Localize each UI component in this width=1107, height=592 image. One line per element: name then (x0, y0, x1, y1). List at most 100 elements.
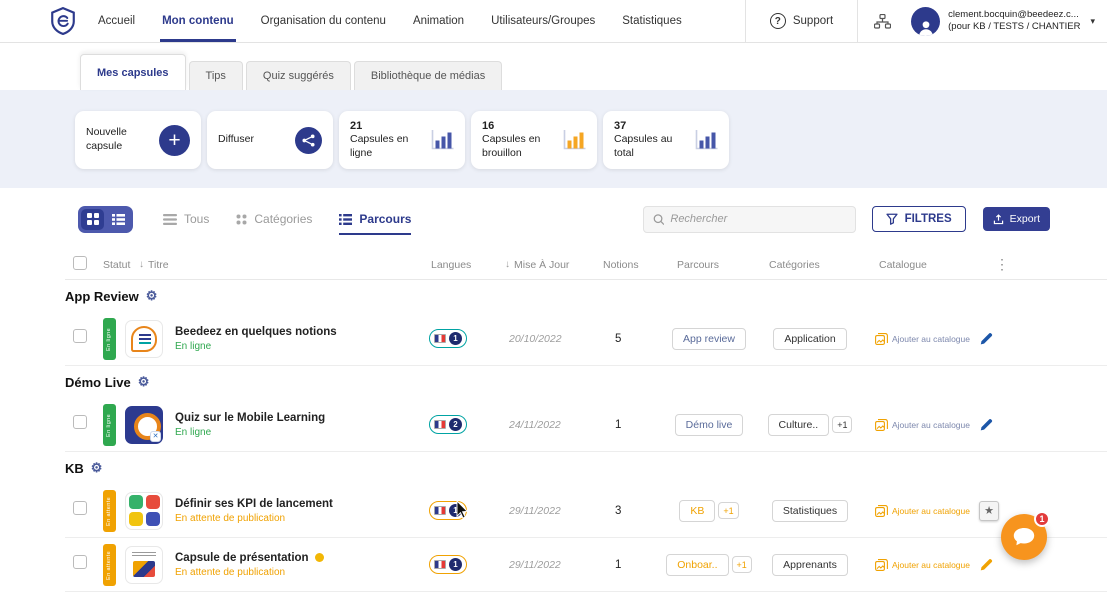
group-header-demo-live: Démo Live ⚙ (65, 366, 1107, 398)
gear-icon[interactable]: ⚙ (91, 460, 103, 476)
export-button[interactable]: Export (983, 207, 1050, 231)
language-badge[interactable]: 2 (429, 415, 467, 434)
table-row[interactable]: En attente Définir ses KPI de lancement … (65, 484, 1107, 538)
close-icon: ✕ (150, 431, 161, 442)
capsule-status-text: En attente de publication (175, 513, 333, 524)
header-notions[interactable]: Notions (601, 259, 663, 271)
kebab-menu-icon[interactable]: ⋮ (977, 256, 1009, 273)
nav-item-mon-contenu[interactable]: Mon contenu (162, 0, 234, 42)
filter-tab-parcours[interactable]: Parcours (339, 212, 411, 226)
quiz-capsule-icon: ✕ (125, 406, 163, 444)
category-pill[interactable]: Apprenants (772, 554, 848, 576)
row-checkbox[interactable] (73, 555, 87, 569)
search-input[interactable] (670, 213, 845, 225)
header-categories[interactable]: Catégories (755, 259, 865, 271)
tab-tips[interactable]: Tips (189, 61, 243, 90)
gear-icon[interactable]: ⚙ (146, 288, 158, 304)
beedeez-logo-icon[interactable] (50, 0, 76, 42)
parcours-pill[interactable]: KB (679, 500, 715, 522)
export-button-label: Export (1010, 213, 1040, 225)
parcours-more-pill[interactable]: +1 (718, 502, 738, 519)
row-checkbox[interactable] (73, 501, 87, 515)
add-to-catalogue-button[interactable]: Ajouter au catalogue (865, 333, 977, 345)
bar-chart-icon (430, 130, 454, 151)
new-capsule-card[interactable]: Nouvelle capsule + (75, 111, 201, 169)
rows-icon (163, 214, 177, 225)
parcours-more-pill[interactable]: +1 (732, 556, 752, 573)
filters-button-label: FILTRES (905, 213, 952, 225)
category-pill[interactable]: Application (773, 328, 846, 350)
filters-button[interactable]: FILTRES (872, 206, 966, 232)
diffuser-label: Diffuser (218, 133, 254, 147)
capsules-en-ligne-card[interactable]: 21 Capsules en ligne (339, 111, 465, 169)
nav-item-organisation[interactable]: Organisation du contenu (261, 0, 386, 42)
category-pill[interactable]: Culture.. (768, 414, 830, 436)
list-view-icon[interactable] (107, 209, 130, 230)
edit-icon[interactable] (979, 558, 993, 572)
category-more-pill[interactable]: +1 (832, 416, 852, 433)
row-checkbox[interactable] (73, 415, 87, 429)
search-box (643, 206, 856, 233)
favorite-star-icon[interactable]: ★ (979, 501, 999, 521)
tab-quiz-suggeres[interactable]: Quiz suggérés (246, 61, 351, 90)
add-to-catalogue-button[interactable]: Ajouter au catalogue (865, 505, 977, 517)
language-badge[interactable]: 1 (429, 501, 467, 520)
tab-mes-capsules[interactable]: Mes capsules (80, 54, 186, 90)
header-parcours[interactable]: Parcours (663, 259, 755, 271)
bar-chart-icon (694, 130, 718, 151)
add-to-catalogue-button[interactable]: Ajouter au catalogue (865, 419, 977, 431)
nav-item-accueil[interactable]: Accueil (98, 0, 135, 42)
catalogue-icon (875, 505, 888, 517)
flag-icon (434, 420, 446, 429)
parcours-pill[interactable]: Onboar.. (666, 554, 728, 576)
notions-count: 1 (601, 559, 663, 571)
chat-launcher[interactable]: 1 (1001, 514, 1047, 560)
search-icon (653, 213, 665, 226)
nav-item-utilisateurs[interactable]: Utilisateurs/Groupes (491, 0, 595, 42)
edit-icon[interactable] (979, 332, 993, 346)
catalogue-icon (875, 559, 888, 571)
select-all-checkbox[interactable] (73, 256, 87, 270)
status-badge: En attente (103, 544, 116, 586)
nav-item-statistiques[interactable]: Statistiques (622, 0, 681, 42)
table-row[interactable]: En attente Capsule de présentation En at… (65, 538, 1107, 592)
parcours-pill[interactable]: Démo live (675, 414, 744, 436)
flag-icon (434, 560, 446, 569)
gear-icon[interactable]: ⚙ (138, 374, 150, 390)
filter-tab-label: Catégories (254, 212, 312, 226)
pending-indicator-dot (315, 553, 324, 562)
filter-tab-categories[interactable]: Catégories (236, 212, 312, 226)
add-to-catalogue-button[interactable]: Ajouter au catalogue (865, 559, 977, 571)
table-row[interactable]: En ligne ✕ Quiz sur le Mobile Learning E… (65, 398, 1107, 452)
table-row[interactable]: En ligne Beedeez en quelques notions En … (65, 312, 1107, 366)
header-statut[interactable]: Statut (103, 259, 125, 271)
notions-count: 5 (601, 333, 663, 345)
capsules-total-card[interactable]: 37 Capsules au total (603, 111, 729, 169)
view-toggle (78, 206, 133, 233)
total-count: 37 (614, 120, 694, 132)
parcours-pill[interactable]: App review (672, 328, 746, 350)
presentation-capsule-icon (125, 546, 163, 584)
header-titre[interactable]: ↓Titre (125, 259, 425, 271)
notions-count: 1 (601, 419, 663, 431)
org-network-icon[interactable] (858, 14, 907, 29)
language-badge[interactable]: 1 (429, 555, 467, 574)
nav-item-animation[interactable]: Animation (413, 0, 464, 42)
group-header-kb: KB ⚙ (65, 452, 1107, 484)
header-catalogue[interactable]: Catalogue (865, 259, 977, 271)
tab-bibliotheque-medias[interactable]: Bibliothèque de médias (354, 61, 502, 90)
category-pill[interactable]: Statistiques (772, 500, 848, 522)
edit-icon[interactable] (979, 418, 993, 432)
grid-view-icon[interactable] (81, 209, 104, 230)
language-badge[interactable]: 1 (429, 329, 467, 348)
support-button[interactable]: ? Support (746, 13, 857, 29)
row-checkbox[interactable] (73, 329, 87, 343)
capsules-brouillon-card[interactable]: 16 Capsules en brouillon (471, 111, 597, 169)
filter-tab-tous[interactable]: Tous (163, 212, 209, 226)
header-langues[interactable]: Langues (425, 259, 505, 271)
group-name: App Review (65, 289, 139, 304)
header-mise-a-jour[interactable]: ↓Mise À Jour (505, 259, 601, 271)
diffuser-card[interactable]: Diffuser (207, 111, 333, 169)
capsule-title: Capsule de présentation (175, 552, 309, 564)
account-menu[interactable]: clement.bocquin@beedeez.c... (pour KB / … (907, 7, 1107, 36)
